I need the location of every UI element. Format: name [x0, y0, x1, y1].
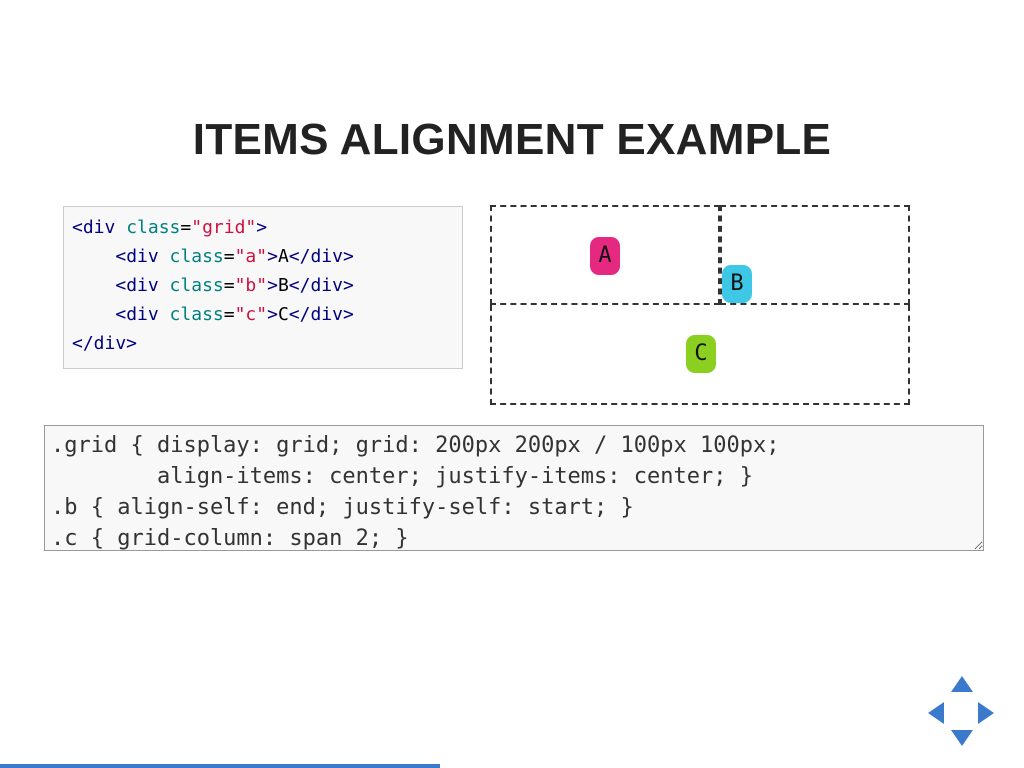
html-code-line-3: <div class="b">B</div>	[72, 271, 454, 300]
grid-item-b: B	[722, 265, 752, 303]
nav-up-icon[interactable]	[951, 676, 973, 692]
progress-bar	[0, 764, 440, 768]
css-code-block[interactable]: .grid { display: grid; grid: 200px 200px…	[44, 425, 984, 551]
grid-item-c: C	[686, 335, 716, 373]
nav-down-icon[interactable]	[951, 730, 973, 746]
html-code-line-2: <div class="a">A</div>	[72, 242, 454, 271]
html-code-block: <div class="grid"> <div class="a">A</div…	[63, 206, 463, 369]
html-code-line-1: <div class="grid">	[72, 213, 454, 242]
grid-item-a: A	[590, 237, 620, 275]
grid-demo: A B C	[490, 205, 910, 405]
nav-left-icon[interactable]	[928, 702, 944, 724]
slide: ITEMS ALIGNMENT EXAMPLE <div class="grid…	[0, 0, 1024, 768]
slide-nav	[926, 676, 996, 746]
html-code-line-4: <div class="c">C</div>	[72, 300, 454, 329]
nav-right-icon[interactable]	[978, 702, 994, 724]
html-code-line-5: </div>	[72, 329, 454, 358]
slide-title: ITEMS ALIGNMENT EXAMPLE	[0, 115, 1024, 165]
